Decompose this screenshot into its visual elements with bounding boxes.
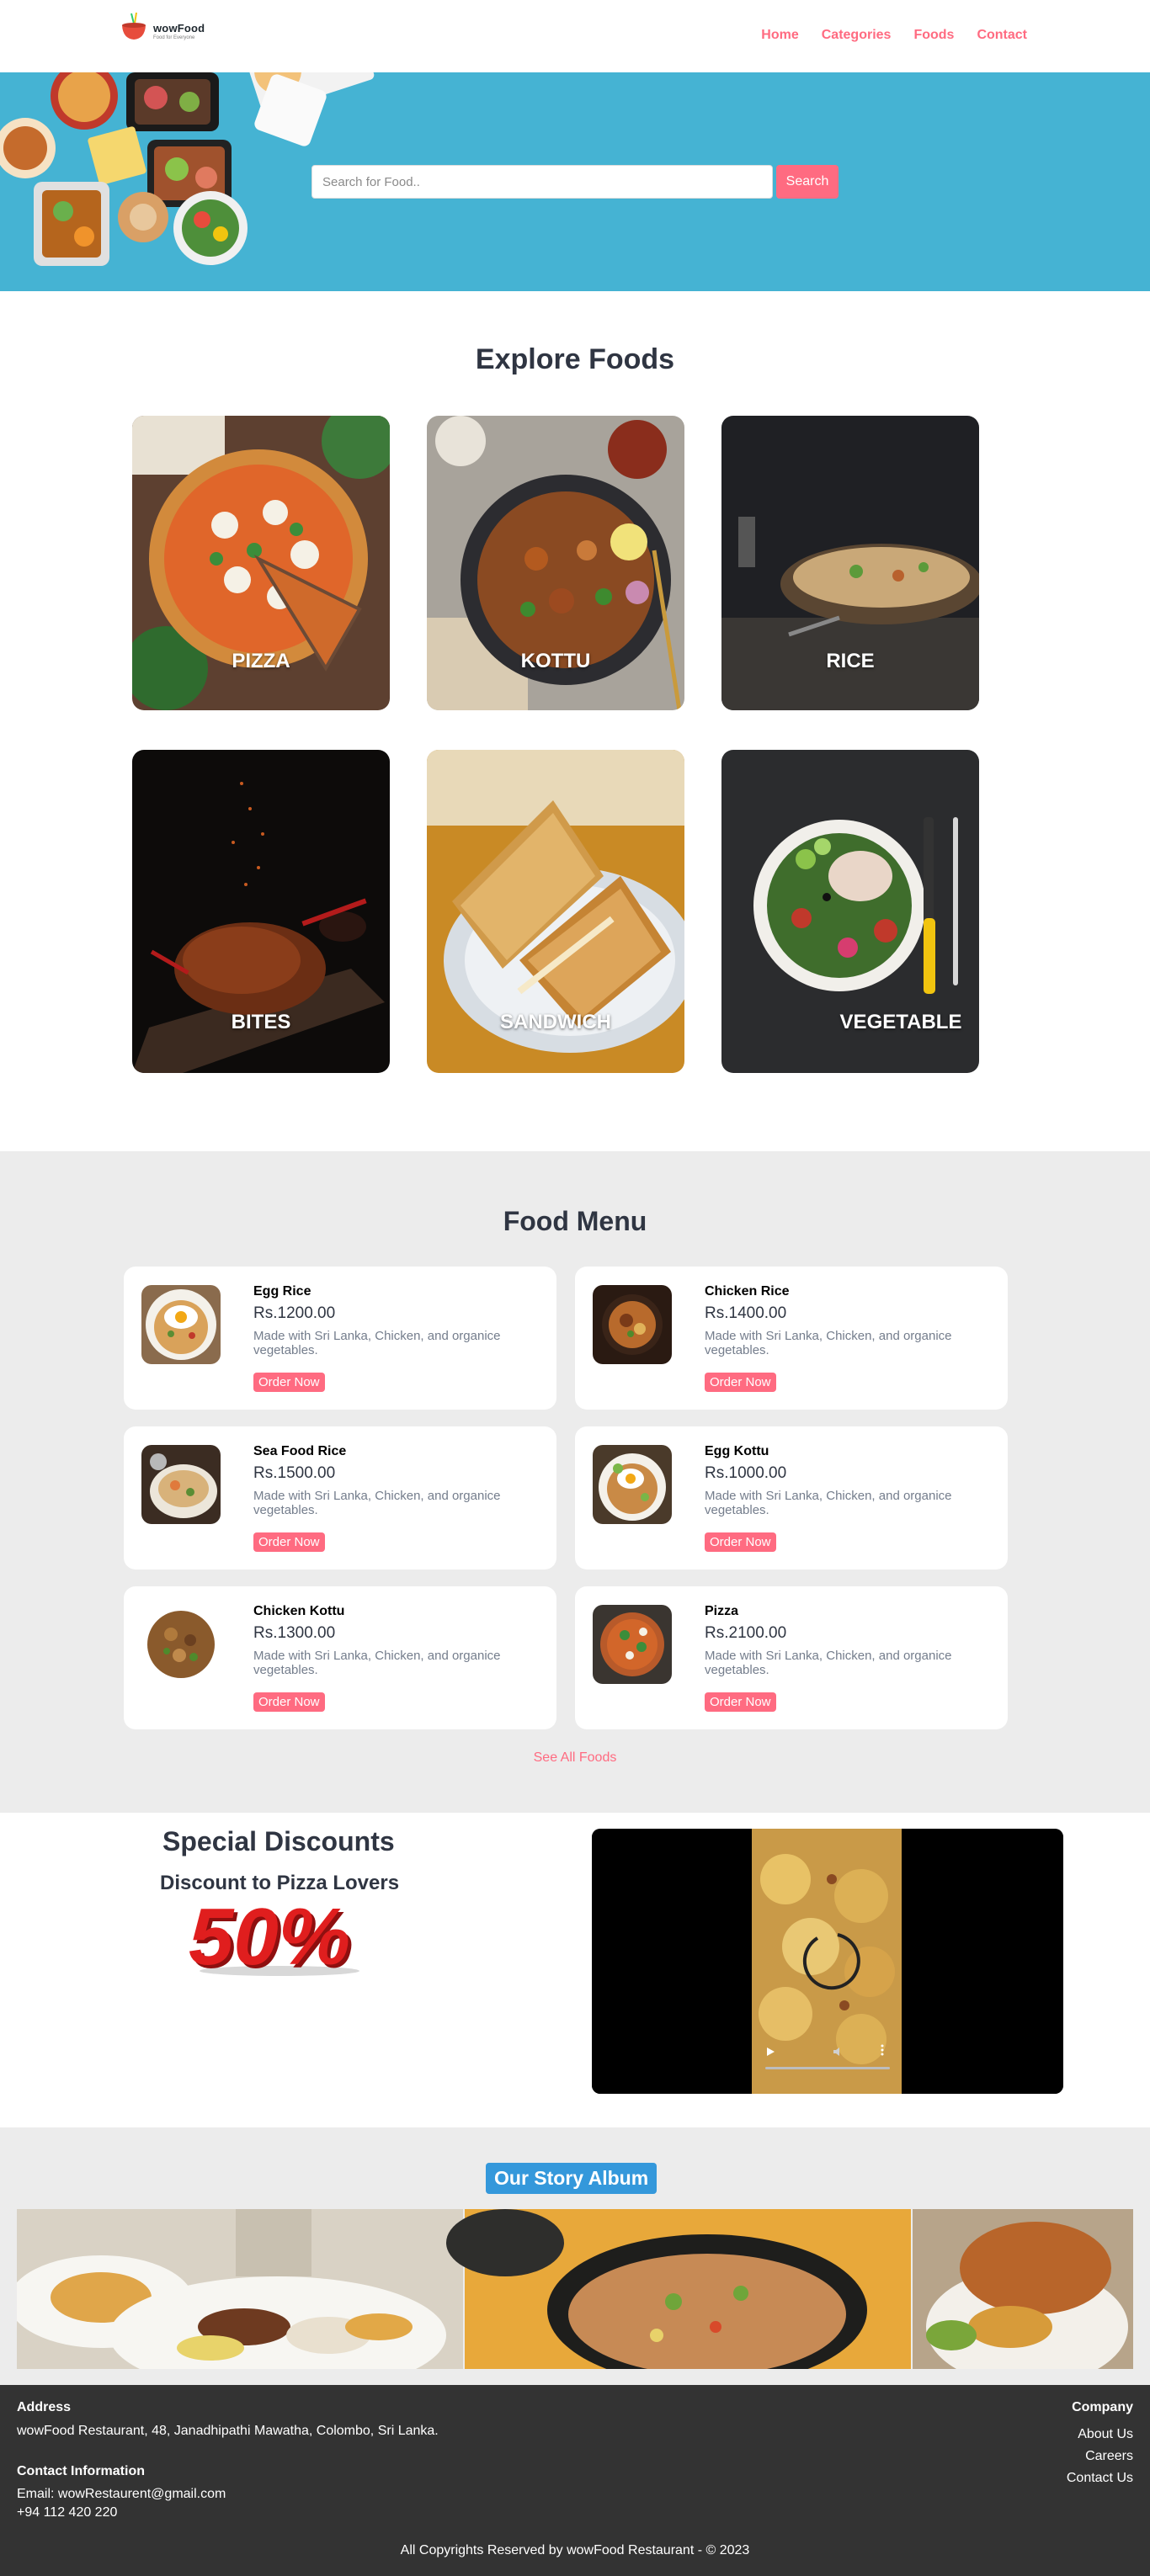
category-card-pizza[interactable]: PIZZA bbox=[132, 416, 390, 710]
food-name: Chicken Rice bbox=[705, 1284, 790, 1299]
category-label: BITES bbox=[231, 1011, 291, 1033]
food-name: Egg Rice bbox=[253, 1284, 311, 1299]
footer-company-heading: Company bbox=[1072, 2400, 1133, 2414]
copyright: All Copyrights Reserved by wowFood Resta… bbox=[400, 2543, 750, 2557]
page: wowFood Food for Everyone Home Categorie… bbox=[0, 0, 1150, 2576]
food-card: Chicken Rice Rs.1400.00 Made with Sri La… bbox=[575, 1267, 1008, 1410]
food-card: Egg Kottu Rs.1000.00 Made with Sri Lanka… bbox=[575, 1426, 1008, 1570]
food-price: Rs.1000.00 bbox=[705, 1464, 787, 1482]
main-menu: Home Categories Foods Contact bbox=[761, 28, 1027, 43]
footer-company-links: About Us Careers Contact Us bbox=[1067, 2424, 1133, 2489]
footer-link-contact-us[interactable]: Contact Us bbox=[1067, 2467, 1133, 2489]
bowl-icon bbox=[120, 12, 148, 42]
category-card-kottu[interactable]: KOTTU bbox=[427, 416, 684, 710]
food-description: Made with Sri Lanka, Chicken, and organi… bbox=[705, 1489, 952, 1517]
category-card-rice[interactable]: RICE bbox=[721, 416, 979, 710]
footer-address: wowFood Restaurant, 48, Janadhipathi Maw… bbox=[17, 2424, 439, 2438]
food-description: Made with Sri Lanka, Chicken, and organi… bbox=[253, 1649, 501, 1677]
food-card: Chicken Kottu Rs.1300.00 Made with Sri L… bbox=[124, 1586, 556, 1729]
category-label: PIZZA bbox=[232, 650, 290, 672]
order-now-button[interactable]: Order Now bbox=[705, 1373, 776, 1392]
search-button[interactable]: Search bbox=[776, 165, 839, 199]
story-album-gallery bbox=[17, 2209, 1133, 2369]
nav-link-home[interactable]: Home bbox=[761, 28, 798, 43]
order-now-button[interactable]: Order Now bbox=[253, 1692, 325, 1712]
food-description: Made with Sri Lanka, Chicken, and organi… bbox=[253, 1489, 501, 1517]
food-price: Rs.1200.00 bbox=[253, 1304, 336, 1322]
category-card-bites[interactable]: BITES bbox=[132, 750, 390, 1073]
footer-address-heading: Address bbox=[17, 2400, 72, 2414]
order-now-button[interactable]: Order Now bbox=[253, 1373, 325, 1392]
food-name: Chicken Kottu bbox=[253, 1604, 345, 1618]
food-card: Pizza Rs.2100.00 Made with Sri Lanka, Ch… bbox=[575, 1586, 1008, 1729]
food-name: Pizza bbox=[705, 1604, 739, 1618]
logo-tagline: Food for Everyone bbox=[153, 35, 195, 40]
order-now-button[interactable]: Order Now bbox=[705, 1532, 776, 1552]
chicken-rice-image bbox=[593, 1285, 672, 1364]
category-label: VEGETABLE bbox=[839, 1011, 962, 1033]
food-card: Egg Rice Rs.1200.00 Made with Sri Lanka,… bbox=[124, 1267, 556, 1410]
explore-foods-title: Explore Foods bbox=[475, 343, 675, 375]
album-photos bbox=[17, 2209, 1133, 2369]
navbar: wowFood Food for Everyone Home Categorie… bbox=[0, 0, 1150, 72]
category-label: SANDWICH bbox=[500, 1011, 611, 1033]
nav-link-contact[interactable]: Contact bbox=[977, 28, 1027, 43]
sea-food-rice-image bbox=[141, 1445, 221, 1524]
egg-kottu-image bbox=[593, 1445, 672, 1524]
search-input[interactable] bbox=[311, 165, 773, 199]
food-price: Rs.2100.00 bbox=[705, 1624, 787, 1642]
pizza-video-frame bbox=[592, 1829, 1063, 2094]
hero-search-section: Search bbox=[0, 72, 1150, 291]
logo-name: wowFood bbox=[153, 22, 205, 35]
order-now-button[interactable]: Order Now bbox=[705, 1692, 776, 1712]
play-icon[interactable] bbox=[765, 2046, 775, 2061]
order-now-button[interactable]: Order Now bbox=[253, 1532, 325, 1552]
search-bar: Search bbox=[311, 165, 839, 199]
food-description: Made with Sri Lanka, Chicken, and organi… bbox=[253, 1329, 501, 1357]
category-card-vegetable[interactable]: VEGETABLE bbox=[721, 750, 979, 1073]
food-description: Made with Sri Lanka, Chicken, and organi… bbox=[705, 1329, 952, 1357]
discount-subtitle: Discount to Pizza Lovers bbox=[160, 1872, 400, 1894]
footer-contact-heading: Contact Information bbox=[17, 2464, 145, 2478]
pizza-thumb-image bbox=[593, 1605, 672, 1684]
food-price: Rs.1300.00 bbox=[253, 1624, 336, 1642]
special-discounts-title: Special Discounts bbox=[162, 1826, 395, 1856]
egg-rice-image bbox=[141, 1285, 221, 1364]
footer-link-careers[interactable]: Careers bbox=[1067, 2446, 1133, 2467]
category-label: RICE bbox=[826, 650, 875, 672]
food-price: Rs.1500.00 bbox=[253, 1464, 336, 1482]
category-card-sandwich[interactable]: SANDWICH bbox=[427, 750, 684, 1073]
food-price: Rs.1400.00 bbox=[705, 1304, 787, 1322]
food-description: Made with Sri Lanka, Chicken, and organi… bbox=[705, 1649, 952, 1677]
chicken-kottu-image bbox=[141, 1605, 221, 1684]
see-all-foods-link[interactable]: See All Foods bbox=[0, 1750, 1150, 1766]
nav-link-categories[interactable]: Categories bbox=[822, 28, 892, 43]
story-album-title: Our Story Album bbox=[486, 2163, 658, 2194]
video-player[interactable] bbox=[592, 1829, 1063, 2094]
food-card: Sea Food Rice Rs.1500.00 Made with Sri L… bbox=[124, 1426, 556, 1570]
footer-phone: +94 112 420 220 bbox=[17, 2505, 118, 2520]
category-label: KOTTU bbox=[520, 650, 591, 672]
nav-link-foods[interactable]: Foods bbox=[913, 28, 954, 43]
food-name: Egg Kottu bbox=[705, 1444, 769, 1458]
volume-icon[interactable] bbox=[833, 2046, 844, 2061]
food-menu-title: Food Menu bbox=[503, 1206, 647, 1236]
food-name: Sea Food Rice bbox=[253, 1444, 347, 1458]
discount-value: 50% bbox=[189, 1897, 350, 1978]
more-options-icon[interactable] bbox=[880, 2044, 885, 2060]
footer-email: Email: wowRestaurent@gmail.com bbox=[17, 2487, 226, 2501]
footer-link-about-us[interactable]: About Us bbox=[1067, 2424, 1133, 2446]
logo[interactable]: wowFood Food for Everyone bbox=[120, 12, 205, 42]
video-progress-bar[interactable] bbox=[765, 2067, 890, 2069]
discount-50-percent-badge: 50% 50% bbox=[189, 1897, 359, 1978]
